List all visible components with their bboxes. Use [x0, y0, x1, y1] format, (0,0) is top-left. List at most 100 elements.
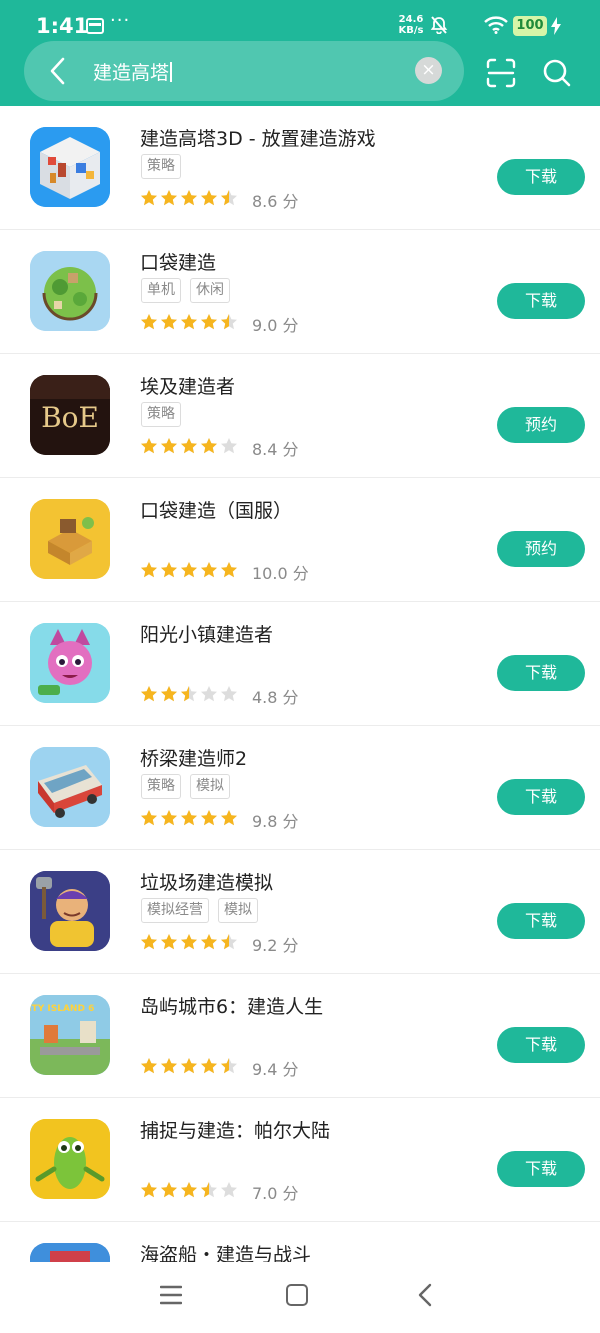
home-icon[interactable] — [286, 1284, 308, 1306]
star-full-icon — [221, 810, 237, 826]
star-full-icon — [141, 438, 157, 454]
app-tag: 模拟经营 — [141, 898, 209, 923]
app-title[interactable]: 捕捉与建造：帕尔大陆 — [140, 1116, 330, 1143]
network-speed-value: 24.6 — [398, 14, 424, 25]
boe-logo-text: BoE — [41, 401, 99, 434]
star-full-icon — [201, 810, 217, 826]
app-tag: 模拟 — [190, 774, 230, 799]
app-tag: 策略 — [141, 402, 181, 427]
message-notification-icon — [86, 18, 104, 34]
app-title[interactable]: 岛屿城市6：建造人生 — [140, 992, 323, 1019]
app-score: 4.8 分 — [252, 688, 299, 707]
app-icon-pal-continent[interactable] — [30, 1119, 110, 1199]
app-title[interactable]: 桥梁建造师2 — [140, 744, 247, 771]
city-island-logo-text: CITY ISLAND 6 — [30, 1004, 94, 1014]
app-icon-junkyard-builder[interactable] — [30, 871, 110, 951]
app-list-item[interactable]: 建造高塔3D - 放置建造游戏 策略 8.6 分 下载 — [0, 106, 600, 230]
app-tags: 策略 — [141, 402, 190, 427]
battery-indicator: 100 — [513, 16, 547, 36]
star-half-icon — [181, 686, 197, 702]
planet-art — [30, 251, 110, 331]
app-tag: 单机 — [141, 278, 181, 303]
app-list-item[interactable]: 垃圾场建造模拟 模拟经营 模拟 9.2 分 下载 — [0, 850, 600, 974]
star-half-icon — [221, 1058, 237, 1074]
search-bar[interactable] — [24, 41, 464, 101]
star-half-icon — [201, 1182, 217, 1198]
app-list-item[interactable]: 桥梁建造师2 策略 模拟 9.8 分 下载 — [0, 726, 600, 850]
app-icon-tower-builder[interactable] — [30, 127, 110, 207]
star-empty-icon — [221, 1182, 237, 1198]
boe-logo-art: BoE — [30, 375, 110, 455]
star-full-icon — [201, 562, 217, 578]
app-tag: 策略 — [141, 774, 181, 799]
star-full-icon — [181, 562, 197, 578]
star-full-icon — [141, 934, 157, 950]
star-full-icon — [181, 934, 197, 950]
app-score: 9.8 分 — [252, 812, 299, 831]
app-list-item[interactable]: 捕捉与建造：帕尔大陆 7.0 分 下载 — [0, 1098, 600, 1222]
star-full-icon — [161, 190, 177, 206]
search-input[interactable]: 建造高塔 — [93, 58, 172, 85]
app-tag: 模拟 — [218, 898, 258, 923]
app-title[interactable]: 埃及建造者 — [140, 372, 235, 399]
app-list-item[interactable]: 阳光小镇建造者 4.8 分 下载 — [0, 602, 600, 726]
app-score: 9.2 分 — [252, 936, 299, 955]
app-title[interactable]: 建造高塔3D - 放置建造游戏 — [140, 124, 376, 151]
reserve-button[interactable]: 预约 — [497, 407, 585, 443]
app-title[interactable]: 垃圾场建造模拟 — [140, 868, 273, 895]
worker-character-art — [30, 871, 110, 951]
star-full-icon — [181, 314, 197, 330]
text-cursor — [170, 62, 172, 82]
back-arrow-icon[interactable] — [44, 54, 72, 88]
star-full-icon — [141, 686, 157, 702]
search-icon[interactable] — [542, 58, 572, 88]
star-full-icon — [201, 934, 217, 950]
search-query-text: 建造高塔 — [93, 62, 170, 84]
system-nav-bar — [0, 1262, 600, 1333]
reserve-button[interactable]: 预约 — [497, 531, 585, 567]
star-full-icon — [141, 190, 157, 206]
status-time: 1:41 — [36, 14, 89, 38]
app-score: 7.0 分 — [252, 1184, 299, 1203]
app-icon-egypt-builder[interactable]: BoE — [30, 375, 110, 455]
app-icon-city-island[interactable]: CITY ISLAND 6 — [30, 995, 110, 1075]
download-button[interactable]: 下载 — [497, 903, 585, 939]
back-icon[interactable] — [416, 1283, 436, 1307]
star-full-icon — [141, 562, 157, 578]
app-list-item[interactable]: 口袋建造 单机 休闲 9.0 分 下载 — [0, 230, 600, 354]
cat-character-art — [30, 623, 110, 703]
network-speed: 24.6 KB/s — [396, 14, 426, 36]
download-button[interactable]: 下载 — [497, 779, 585, 815]
star-half-icon — [221, 190, 237, 206]
star-full-icon — [161, 934, 177, 950]
download-button[interactable]: 下载 — [497, 159, 585, 195]
star-full-icon — [181, 1182, 197, 1198]
app-tags: 策略 — [141, 154, 190, 179]
menu-icon[interactable] — [160, 1284, 182, 1306]
app-list-item[interactable]: BoE 埃及建造者 策略 8.4 分 预约 — [0, 354, 600, 478]
star-full-icon — [141, 1182, 157, 1198]
app-icon-pocket-build[interactable] — [30, 251, 110, 331]
star-full-icon — [201, 1058, 217, 1074]
download-button[interactable]: 下载 — [497, 1027, 585, 1063]
download-button[interactable]: 下载 — [497, 655, 585, 691]
app-icon-pocket-build-cn[interactable] — [30, 499, 110, 579]
app-title[interactable]: 阳光小镇建造者 — [140, 620, 273, 647]
download-button[interactable]: 下载 — [497, 283, 585, 319]
star-full-icon — [181, 810, 197, 826]
app-tags: 策略 模拟 — [141, 774, 239, 799]
clear-search-button[interactable] — [415, 57, 442, 84]
mantis-character-art — [30, 1119, 110, 1199]
download-button[interactable]: 下载 — [497, 1151, 585, 1187]
house-art — [30, 499, 110, 579]
app-list-item[interactable]: CITY ISLAND 6 岛屿城市6：建造人生 9.4 分 下载 — [0, 974, 600, 1098]
star-full-icon — [181, 438, 197, 454]
app-icon-sunshine-town[interactable] — [30, 623, 110, 703]
app-icon-bridge-builder[interactable] — [30, 747, 110, 827]
app-list-item[interactable]: 口袋建造（国服） 10.0 分 预约 — [0, 478, 600, 602]
bus-art — [30, 747, 110, 827]
app-title[interactable]: 口袋建造（国服） — [140, 496, 292, 523]
more-notifications-icon: ··· — [110, 10, 131, 31]
app-title[interactable]: 口袋建造 — [140, 248, 216, 275]
scan-icon[interactable] — [486, 58, 516, 88]
